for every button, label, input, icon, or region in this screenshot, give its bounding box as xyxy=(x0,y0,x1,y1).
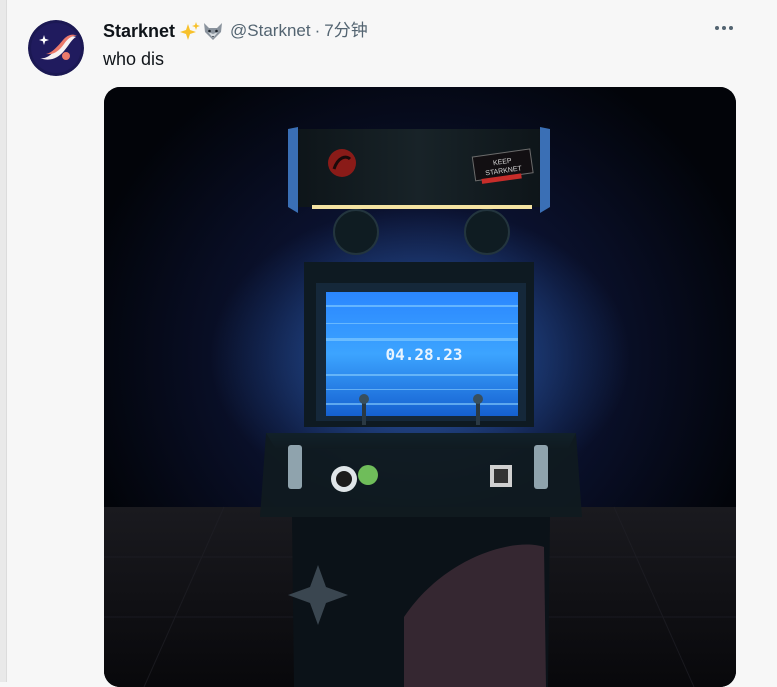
tweet-header: Starknet @Starknet · 7分钟 xyxy=(103,20,744,42)
more-horizontal-icon-dot xyxy=(715,26,719,30)
author-badges xyxy=(179,21,224,41)
tweet-text: who dis xyxy=(103,49,165,69)
sparkles-icon xyxy=(180,22,201,40)
more-horizontal-icon-dot xyxy=(729,26,733,30)
arcade-cabinet-image: KEEP STARKNET 04.28.23 xyxy=(104,87,736,687)
tweet-media-image[interactable]: KEEP STARKNET 04.28.23 xyxy=(104,87,736,687)
author-handle[interactable]: @Starknet xyxy=(230,20,311,42)
tweet-timestamp[interactable]: 7分钟 xyxy=(324,20,367,42)
more-options-button[interactable] xyxy=(712,18,736,38)
separator-dot: · xyxy=(314,21,321,40)
avatar[interactable] xyxy=(28,20,84,76)
tweet[interactable]: Starknet @Starknet · 7分钟 who dis KEEP ST… xyxy=(24,14,744,687)
author-name[interactable]: Starknet xyxy=(103,20,175,42)
starknet-logo-icon xyxy=(28,20,84,76)
wolf-icon xyxy=(204,23,223,40)
window-left-rail xyxy=(0,0,7,682)
more-horizontal-icon-dot xyxy=(722,26,726,30)
screen-date-text: 04.28.23 xyxy=(385,345,462,364)
